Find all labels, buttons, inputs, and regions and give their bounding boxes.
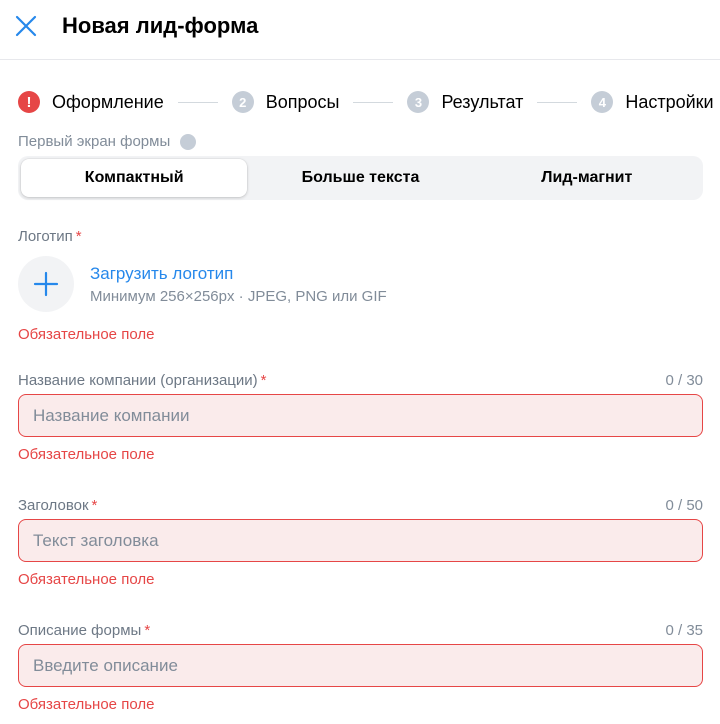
step-number-badge: 3 — [407, 91, 430, 113]
page-title: Новая лид-форма — [62, 13, 259, 38]
required-mark: * — [260, 372, 267, 389]
description-label-text: Описание формы — [18, 622, 142, 639]
upload-logo-hint: Минимум 256×256px · JPEG, PNG или GIF — [90, 288, 387, 305]
step-design[interactable]: ! Оформление — [18, 88, 164, 116]
step-label: Вопросы — [265, 91, 340, 112]
company-counter: 0 / 30 — [665, 372, 703, 389]
company-label-text: Название компании (организации) — [18, 372, 258, 389]
logo-error: Обязательное поле — [18, 326, 155, 343]
close-icon[interactable] — [15, 15, 37, 37]
segment-lead-magnet[interactable]: Лид-магнит — [474, 159, 700, 197]
required-mark: * — [75, 228, 82, 245]
company-label: Название компании (организации) * — [18, 372, 267, 389]
required-mark: * — [91, 497, 98, 514]
logo-label-text: Логотип — [18, 228, 73, 245]
stepper: ! Оформление 2 Вопросы 3 Результат 4 Нас… — [18, 88, 714, 116]
first-screen-segmented-control: Компактный Больше текста Лид-магнит — [18, 156, 703, 200]
description-label: Описание формы * — [18, 622, 150, 639]
step-divider — [353, 101, 394, 103]
segment-more-text[interactable]: Больше текста — [247, 159, 473, 197]
error-icon: ! — [18, 91, 40, 113]
heading-label: Заголовок * — [18, 497, 97, 514]
step-questions[interactable]: 2 Вопросы — [231, 88, 340, 116]
description-input[interactable] — [18, 644, 703, 687]
logo-upload-button[interactable] — [18, 256, 74, 312]
plus-icon — [33, 271, 59, 297]
header: Новая лид-форма — [0, 0, 720, 60]
company-name-input[interactable] — [18, 394, 703, 437]
heading-label-text: Заголовок — [18, 497, 89, 514]
step-divider — [177, 101, 218, 103]
description-counter: 0 / 35 — [665, 622, 703, 639]
heading-error: Обязательное поле — [18, 571, 155, 588]
logo-label: Логотип * — [18, 228, 82, 245]
step-number-badge: 2 — [231, 91, 254, 113]
step-result[interactable]: 3 Результат — [407, 88, 523, 116]
step-settings[interactable]: 4 Настройки — [591, 88, 714, 116]
heading-counter: 0 / 50 — [665, 497, 703, 514]
first-screen-label: Первый экран формы — [18, 126, 418, 150]
segment-compact[interactable]: Компактный — [21, 159, 248, 197]
heading-input[interactable] — [18, 519, 703, 562]
step-label: Настройки — [625, 91, 714, 112]
required-mark: * — [144, 622, 151, 639]
step-number-badge: 4 — [591, 91, 614, 113]
help-icon[interactable] — [180, 134, 196, 150]
company-error: Обязательное поле — [18, 446, 155, 463]
first-screen-label-text: Первый экран формы — [18, 133, 171, 150]
upload-logo-link[interactable]: Загрузить логотип — [90, 264, 233, 284]
close-button[interactable] — [10, 10, 42, 42]
description-error: Обязательное поле — [18, 696, 155, 713]
step-divider — [537, 101, 578, 103]
step-label: Результат — [441, 91, 524, 112]
step-label: Оформление — [52, 91, 164, 112]
